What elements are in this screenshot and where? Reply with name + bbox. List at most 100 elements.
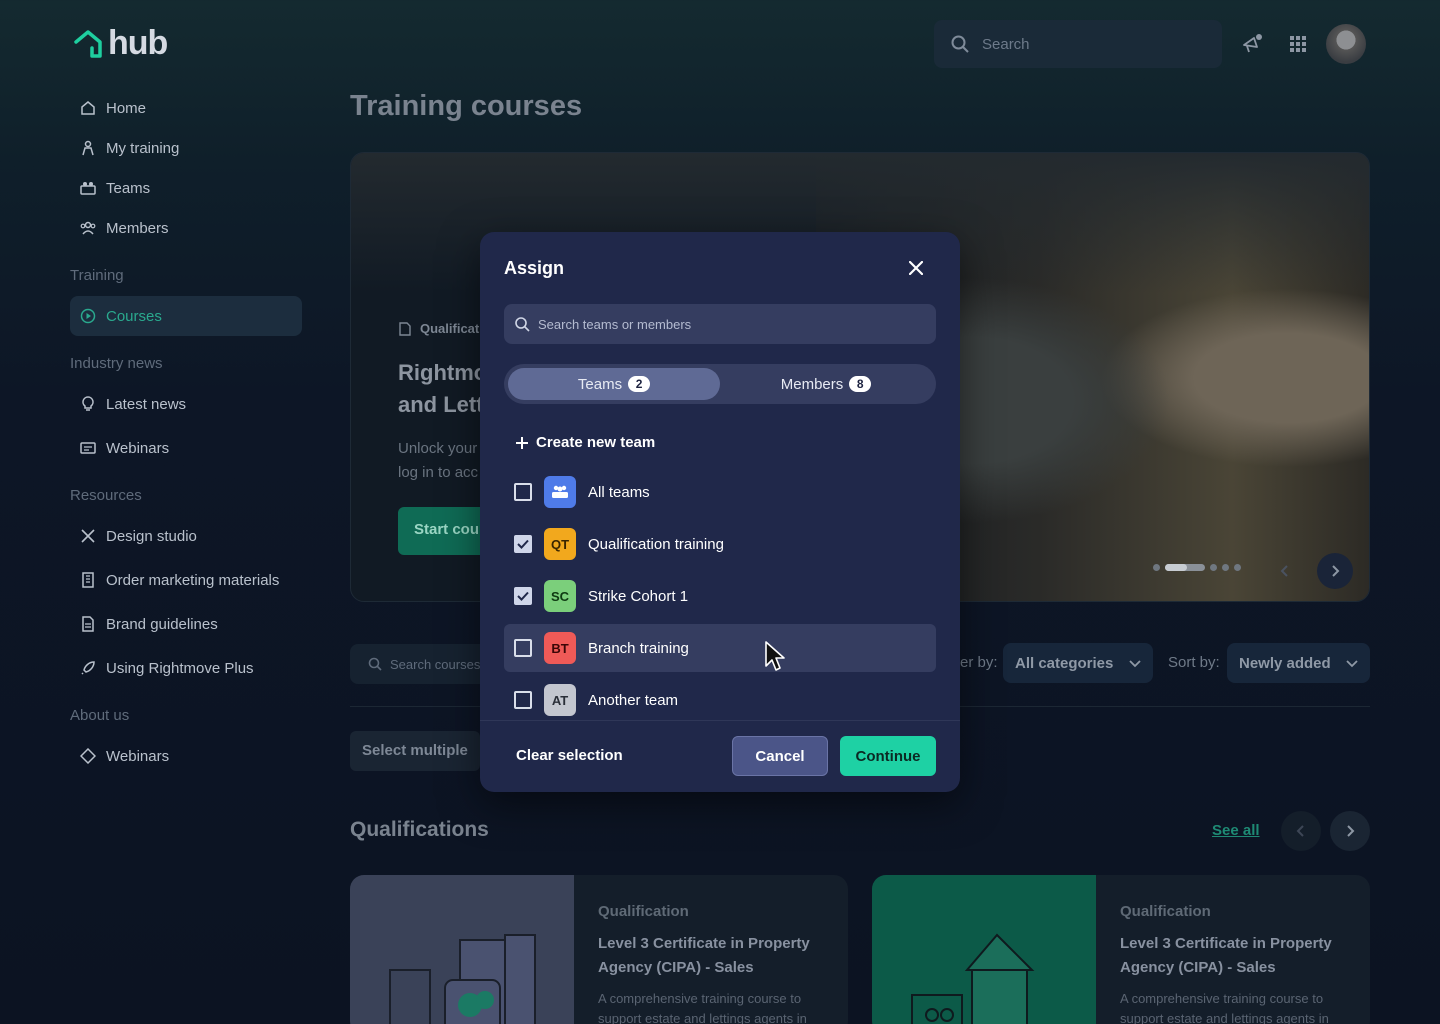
tab-members-label: Members — [780, 375, 844, 393]
clear-selection-button[interactable]: Clear selection — [516, 747, 623, 764]
team-checkbox[interactable] — [514, 483, 532, 501]
sidebar-item-label: Home — [106, 99, 147, 117]
logo-text: hub — [108, 24, 168, 62]
hero-title-line-1: Rightmo — [398, 360, 488, 385]
team-row-qualification-training[interactable]: QT Qualification training — [504, 520, 936, 568]
tab-teams[interactable]: Teams 2 — [508, 368, 720, 400]
sidebar-item-teams[interactable]: Teams — [70, 168, 302, 208]
team-row-branch-training[interactable]: BT Branch training — [504, 624, 936, 672]
course-card-description: A comprehensive training course to suppo… — [598, 991, 807, 1024]
team-name: Another team — [588, 691, 679, 709]
play-circle-icon — [80, 308, 96, 324]
sidebar-item-design-studio[interactable]: Design studio — [70, 516, 302, 556]
team-avatar: QT — [544, 528, 576, 560]
carousel-dot[interactable] — [1234, 564, 1241, 571]
sidebar-item-label: Members — [106, 219, 169, 237]
chevron-right-icon — [1332, 565, 1340, 577]
rocket-icon — [80, 660, 96, 676]
search-icon — [515, 317, 530, 332]
hero-title: Rightmo and Lett — [398, 357, 488, 421]
team-row-all-teams[interactable]: All teams — [504, 468, 936, 516]
category-dropdown[interactable]: All categories — [1003, 643, 1153, 683]
chevron-right-icon — [1347, 825, 1355, 837]
tab-members-count: 8 — [849, 376, 872, 392]
continue-button[interactable]: Continue — [840, 736, 936, 776]
sidebar-item-my-training[interactable]: My training — [70, 128, 302, 168]
qualifications-next-button[interactable] — [1330, 811, 1370, 851]
assign-modal: Assign Teams 2 Members 8 Create new team… — [480, 232, 960, 792]
team-checkbox[interactable] — [514, 639, 532, 657]
sidebar-item-courses[interactable]: Courses — [70, 296, 302, 336]
course-card[interactable]: Qualification Level 3 Certificate in Pro… — [350, 875, 848, 1024]
see-all-link[interactable]: See all — [1212, 822, 1260, 839]
document-icon — [80, 616, 96, 632]
checkmark-icon — [517, 591, 529, 601]
course-card[interactable]: Qualification Level 3 Certificate in Pro… — [872, 875, 1370, 1024]
category-dropdown-value: All categories — [1015, 654, 1114, 672]
announcement-icon[interactable] — [1240, 32, 1264, 56]
sidebar-item-label: Webinars — [106, 747, 170, 765]
carousel-dot[interactable] — [1222, 564, 1229, 571]
qualifications-prev-button[interactable] — [1281, 811, 1321, 851]
sort-by-label: Sort by: — [1168, 654, 1220, 671]
user-avatar[interactable] — [1326, 24, 1366, 64]
tab-teams-count: 2 — [628, 376, 651, 392]
sidebar-item-using-rightmove-plus[interactable]: Using Rightmove Plus — [70, 648, 302, 688]
hero-description: Unlock your log in to acc — [398, 437, 488, 485]
close-icon — [909, 261, 923, 275]
create-team-label: Create new team — [536, 434, 656, 451]
course-search-input[interactable]: Search courses — [350, 644, 490, 684]
global-search-placeholder: Search — [982, 35, 1030, 53]
team-name: Branch training — [588, 639, 689, 657]
sidebar-item-label: Brand guidelines — [106, 615, 218, 633]
select-multiple-button[interactable]: Select multiple — [350, 731, 480, 771]
plus-icon — [516, 436, 528, 449]
carousel-dots — [1153, 564, 1241, 571]
sidebar-item-about-webinars[interactable]: Webinars — [70, 736, 302, 776]
teams-icon — [544, 476, 576, 508]
team-checkbox[interactable] — [514, 691, 532, 709]
hero-prev-button[interactable] — [1267, 553, 1303, 589]
team-row-another-team[interactable]: AT Another team — [504, 676, 936, 720]
carousel-dot-active[interactable] — [1165, 564, 1205, 571]
sidebar-item-label: Using Rightmove Plus — [106, 659, 254, 677]
modal-search-input[interactable] — [538, 316, 918, 332]
apps-grid-icon[interactable] — [1286, 32, 1310, 56]
sidebar-item-latest-news[interactable]: Latest news — [70, 384, 302, 424]
logo[interactable]: hub — [72, 24, 168, 63]
sort-dropdown[interactable]: Newly added — [1227, 643, 1370, 683]
chevron-left-icon — [1296, 825, 1304, 837]
sidebar-item-label: Webinars — [106, 439, 170, 457]
hero-desc-line-1: Unlock your — [398, 440, 478, 457]
sidebar-section-industry-news: Industry news — [70, 355, 163, 372]
filter-by-label: er by: — [960, 654, 998, 671]
modal-search[interactable] — [504, 304, 936, 344]
tab-teams-label: Teams — [577, 375, 623, 393]
tab-members[interactable]: Members 8 — [720, 368, 932, 400]
sidebar-item-label: My training — [106, 139, 180, 157]
cancel-button[interactable]: Cancel — [732, 736, 828, 776]
global-search[interactable]: Search — [934, 20, 1222, 68]
team-row-strike-cohort-1[interactable]: SC Strike Cohort 1 — [504, 572, 936, 620]
sidebar-item-brand-guidelines[interactable]: Brand guidelines — [70, 604, 302, 644]
close-button[interactable] — [904, 256, 928, 280]
sidebar-item-order-marketing[interactable]: Order marketing materials — [70, 560, 302, 600]
diamond-icon — [80, 748, 96, 764]
create-team-button[interactable]: Create new team — [516, 434, 655, 451]
home-icon — [80, 100, 96, 116]
sidebar-item-members[interactable]: Members — [70, 208, 302, 248]
hero-tag-label: Qualificat — [420, 321, 480, 336]
team-checkbox-checked[interactable] — [514, 535, 532, 553]
team-checkbox-checked[interactable] — [514, 587, 532, 605]
sidebar-item-webinars[interactable]: Webinars — [70, 428, 302, 468]
modal-footer: Clear selection Cancel Continue — [480, 720, 960, 792]
house-logo-icon — [74, 29, 102, 58]
carousel-dot[interactable] — [1210, 564, 1217, 571]
team-avatar: SC — [544, 580, 576, 612]
hero-next-button[interactable] — [1317, 553, 1353, 589]
carousel-dot[interactable] — [1153, 564, 1160, 571]
team-name: All teams — [588, 483, 650, 501]
course-card-description: A comprehensive training course to suppo… — [1120, 991, 1329, 1024]
sidebar-item-home[interactable]: Home — [70, 88, 302, 128]
course-card-illustration — [350, 875, 574, 1024]
